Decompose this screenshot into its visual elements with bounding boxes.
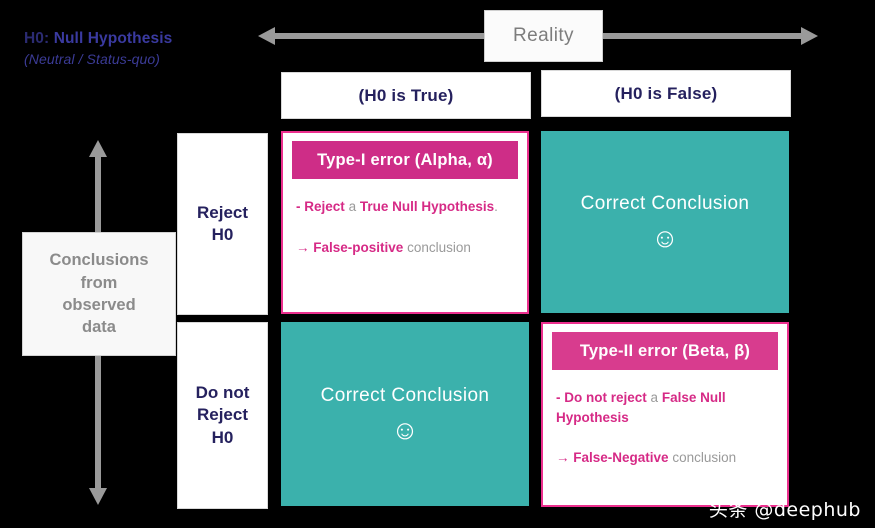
type-1-bullet-bold-2: True Null Hypothesis: [359, 199, 495, 214]
conclusions-line-3: observed: [62, 296, 136, 314]
row-label-donotreject-line-1: Do not: [195, 383, 250, 403]
row-label-reject-line-2: H0: [211, 225, 234, 244]
h0-legend-title: H0: Null Hypothesis: [24, 30, 264, 49]
smiley-face-icon: ☺: [651, 222, 679, 253]
h0-legend-key: H0:: [24, 30, 50, 47]
type-2-arrow-bold: False-Negative: [573, 450, 669, 466]
cell-correct-conclusion-power: Correct Conclusion ☺: [541, 131, 789, 313]
row-label-donotreject-line-3: H0: [211, 427, 234, 447]
correct-conclusion-bottom-left-text: Correct Conclusion: [320, 384, 490, 406]
type-2-arrow-marker: →: [556, 450, 570, 466]
type-2-error-conclusion: → False-Negative conclusion: [556, 448, 775, 468]
row-label-donotreject-line-2: Reject: [196, 405, 248, 425]
type-1-error-conclusion: → False-positive conclusion: [296, 238, 515, 258]
type-1-error-body: - Reject a True Null Hypothesis. → False…: [283, 179, 527, 257]
cell-type-1-error: Type-I error (Alpha, α) - Reject a True …: [281, 131, 529, 314]
correct-conclusion-top-right-text: Correct Conclusion: [580, 192, 750, 214]
type-1-bullet-period: .: [494, 199, 498, 214]
type-1-bullet-plain: a: [348, 199, 357, 214]
arrow-head-left-icon: [258, 27, 275, 45]
arrow-head-up-icon: [89, 140, 107, 157]
type-1-bullet-bold-1: Reject: [304, 199, 345, 214]
conclusions-line-2: from: [80, 273, 118, 292]
row-label-reject-line-1: Reject: [196, 202, 249, 222]
type-2-bullet-bold-1: Do not reject: [564, 390, 647, 405]
type-1-error-header: Type-I error (Alpha, α): [292, 141, 518, 179]
conclusions-line-1: Conclusions: [49, 251, 149, 270]
column-header-h0-true: (H0 is True): [281, 72, 531, 119]
type-2-error-bullet: - Do not reject a False Null Hypothesis: [556, 388, 775, 427]
arrow-head-down-icon: [89, 488, 107, 505]
type-1-arrow-plain: conclusion: [407, 239, 471, 255]
type-1-bullet-marker: -: [296, 199, 301, 214]
row-label-reject-h0: Reject H0: [177, 133, 268, 315]
conclusions-line-4: data: [82, 318, 116, 337]
watermark: 头条 @deephub: [708, 499, 861, 521]
type-2-bullet-marker: -: [556, 390, 561, 405]
smiley-face-icon: ☺: [391, 414, 419, 445]
reality-axis-label: Reality: [484, 10, 603, 62]
type-2-arrow-plain: conclusion: [672, 450, 737, 466]
type-2-error-header: Type-II error (Beta, β): [552, 332, 778, 370]
arrow-head-right-icon: [801, 27, 818, 45]
type-2-error-body: - Do not reject a False Null Hypothesis …: [543, 370, 787, 468]
type-2-bullet-plain: a: [650, 390, 659, 405]
h0-legend-subtitle: (Neutral / Status-quo): [24, 50, 161, 67]
row-label-do-not-reject-h0: Do not Reject H0: [177, 322, 268, 509]
column-header-h0-false: (H0 is False): [541, 70, 791, 117]
type-1-arrow-marker: →: [296, 239, 310, 255]
diagram-canvas: H0: Null Hypothesis (Neutral / Status-qu…: [0, 0, 875, 528]
cell-correct-conclusion-confidence: Correct Conclusion ☺: [281, 322, 529, 506]
type-1-arrow-bold: False-positive: [313, 239, 404, 255]
conclusions-axis-label: Conclusions from observed data: [22, 232, 176, 356]
cell-type-2-error: Type-II error (Beta, β) - Do not reject …: [541, 322, 789, 507]
h0-legend: H0: Null Hypothesis (Neutral / Status-qu…: [24, 30, 264, 68]
type-1-error-bullet: - Reject a True Null Hypothesis.: [296, 197, 515, 217]
h0-legend-value: Null Hypothesis: [49, 30, 173, 47]
